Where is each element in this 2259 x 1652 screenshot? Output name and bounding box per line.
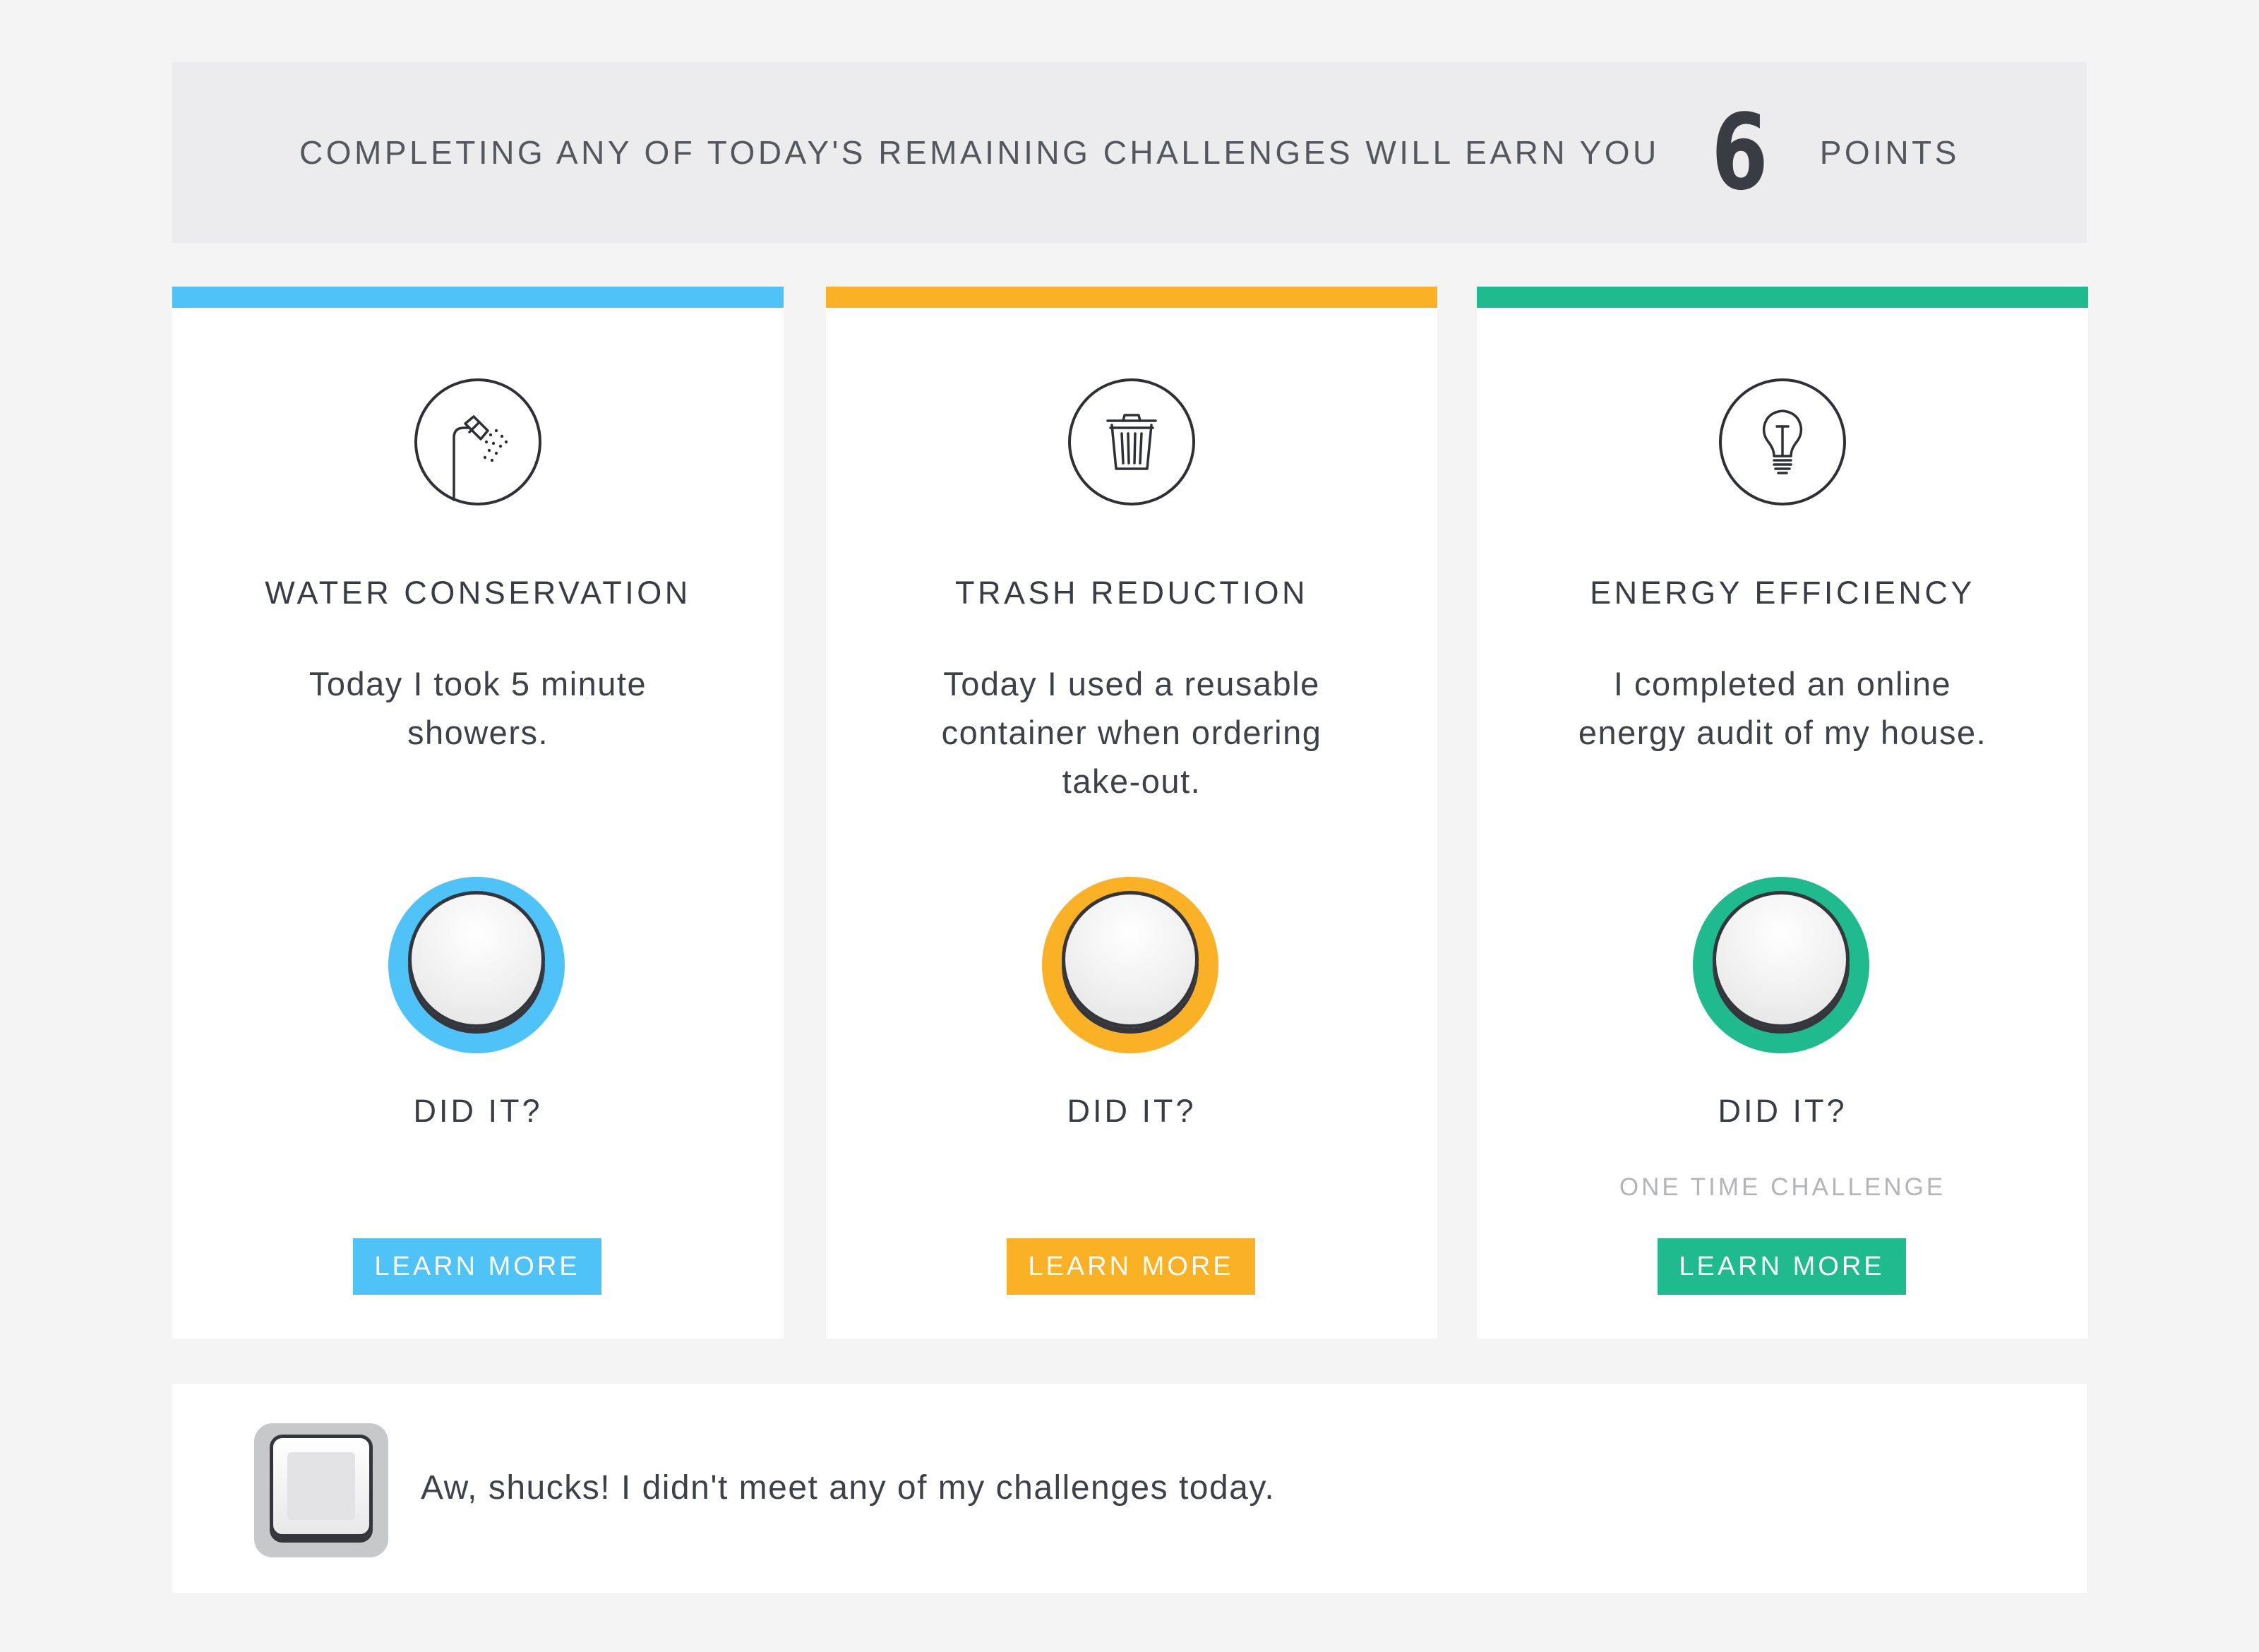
toggle-knob — [408, 891, 545, 1028]
toggle-knob — [1062, 891, 1199, 1028]
did-it-toggle[interactable] — [1042, 877, 1218, 1053]
no-challenges-label: Aw, shucks! I didn't meet any of my chal… — [421, 1469, 1276, 1507]
challenges-page: COMPLETING ANY OF TODAY'S REMAINING CHAL… — [0, 0, 2259, 1652]
points-value: 6 — [1711, 92, 1768, 213]
card-description: Today I took 5 minute showers. — [308, 665, 647, 751]
did-it-label: DID IT? — [413, 1093, 543, 1129]
no-challenges-checkbox[interactable] — [254, 1423, 388, 1557]
card-description: Today I used a reusable container when o… — [941, 665, 1322, 800]
one-time-challenge-note: ONE TIME CHALLENGE — [1619, 1173, 1946, 1201]
lightbulb-icon — [1719, 378, 1846, 505]
card-title: TRASH REDUCTION — [954, 575, 1308, 611]
challenge-card-water: WATER CONSERVATION Today I took 5 minute… — [172, 287, 784, 1339]
no-challenges-bar: Aw, shucks! I didn't meet any of my chal… — [172, 1384, 2087, 1593]
card-title: WATER CONSERVATION — [265, 575, 691, 611]
points-banner: COMPLETING ANY OF TODAY'S REMAINING CHAL… — [172, 62, 2087, 243]
learn-more-button[interactable]: LEARN MORE — [353, 1238, 601, 1295]
did-it-label: DID IT? — [1718, 1093, 1847, 1129]
card-description: I completed an online energy audit of my… — [1578, 665, 1987, 751]
did-it-label: DID IT? — [1067, 1093, 1197, 1129]
card-accent-bar — [172, 287, 784, 308]
learn-more-button[interactable]: LEARN MORE — [1658, 1238, 1906, 1295]
checkbox-inner — [270, 1435, 373, 1538]
learn-more-button[interactable]: LEARN MORE — [1007, 1238, 1255, 1295]
challenge-card-trash: TRASH REDUCTION Today I used a reusable … — [826, 287, 1437, 1339]
shower-icon — [414, 378, 541, 505]
checkbox-fill — [287, 1452, 355, 1520]
card-accent-bar — [826, 287, 1437, 308]
card-title: ENERGY EFFICIENCY — [1590, 575, 1975, 611]
banner-suffix: POINTS — [1819, 134, 1960, 171]
banner-prefix: COMPLETING ANY OF TODAY'S REMAINING CHAL… — [299, 134, 1660, 171]
trash-icon — [1068, 378, 1195, 505]
did-it-toggle[interactable] — [1693, 877, 1869, 1053]
did-it-toggle[interactable] — [388, 877, 565, 1053]
toggle-knob — [1713, 891, 1850, 1028]
challenge-card-energy: ENERGY EFFICIENCY I completed an online … — [1477, 287, 2088, 1339]
card-accent-bar — [1477, 287, 2088, 308]
